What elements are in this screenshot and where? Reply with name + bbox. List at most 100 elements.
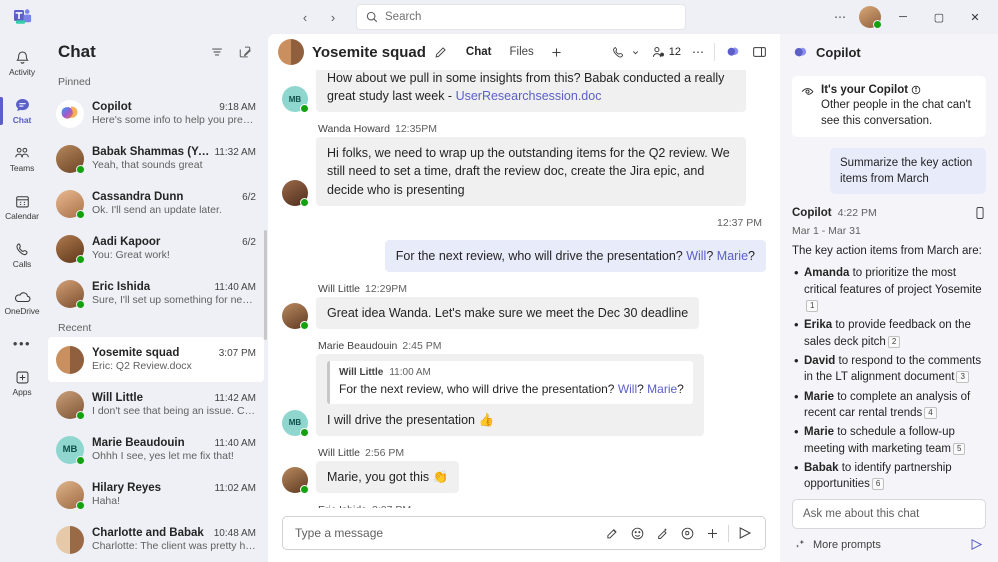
compose-icon[interactable] bbox=[232, 39, 258, 65]
mention-will[interactable]: Will bbox=[618, 382, 637, 396]
avatar bbox=[56, 280, 84, 308]
rail-item-teams[interactable]: Teams bbox=[0, 136, 44, 182]
citation-badge[interactable]: 2 bbox=[888, 336, 900, 348]
list-item[interactable]: Aadi Kapoor 6/2 You: Great work! bbox=[48, 226, 264, 271]
add-tab-button[interactable] bbox=[545, 40, 569, 64]
bell-icon bbox=[14, 49, 31, 66]
copilot-input[interactable]: Ask me about this chat bbox=[792, 499, 986, 529]
list-item: Amanda to prioritize the most critical f… bbox=[792, 265, 986, 314]
maximize-button[interactable]: ▢ bbox=[922, 3, 956, 31]
send-icon[interactable] bbox=[969, 537, 984, 552]
copilot-notice-body: Other people in the chat can't see this … bbox=[821, 97, 977, 129]
list-item[interactable]: Babak Shammas (You) 11:32 AM Yeah, that … bbox=[48, 136, 264, 181]
list-item[interactable]: MB Marie Beaudouin 11:40 AM Ohhh I see, … bbox=[48, 427, 264, 472]
citation-badge[interactable]: 3 bbox=[956, 371, 968, 383]
rail-item-onedrive[interactable]: OneDrive bbox=[0, 280, 44, 326]
copy-icon[interactable] bbox=[974, 206, 986, 220]
search-input[interactable]: Search bbox=[356, 4, 686, 30]
quoted-message[interactable]: Will Little11:00 AM For the next review,… bbox=[327, 361, 693, 404]
conversation-header: Yosemite squad Chat Files bbox=[268, 34, 780, 70]
pencil-icon[interactable] bbox=[434, 46, 447, 59]
chat-list-header: Chat bbox=[44, 34, 268, 70]
mention-will[interactable]: Will bbox=[686, 249, 706, 263]
list-item[interactable]: Eric Ishida 11:40 AM Sure, I'll set up s… bbox=[48, 271, 264, 316]
citation-badge[interactable]: 4 bbox=[924, 407, 936, 419]
rail-more-button[interactable]: ••• bbox=[13, 328, 31, 358]
rail-label: Activity bbox=[9, 67, 35, 77]
copilot-reply-intro: The key action items from March are: bbox=[792, 243, 986, 259]
cloud-icon bbox=[13, 290, 32, 305]
rail-item-activity[interactable]: Activity bbox=[0, 40, 44, 86]
format-icon[interactable] bbox=[600, 521, 625, 546]
message-time: 12:35PM bbox=[395, 123, 437, 135]
info-icon[interactable] bbox=[911, 85, 921, 95]
message-compose-box[interactable]: Type a message bbox=[282, 516, 766, 550]
emoji-icon[interactable] bbox=[625, 521, 650, 546]
citation-badge[interactable]: 1 bbox=[806, 300, 818, 312]
title-bar: ‹ › Search ⋯ ─ ▢ ✕ bbox=[0, 0, 998, 34]
back-button[interactable]: ‹ bbox=[292, 5, 318, 29]
app-rail: Activity Chat bbox=[0, 34, 44, 562]
message-list[interactable]: MB How about we pull in some insights fr… bbox=[268, 70, 780, 508]
list-item-name: Eric Ishida bbox=[92, 281, 210, 293]
titlebar-more-button[interactable]: ⋯ bbox=[826, 4, 854, 30]
list-item-time: 9:18 AM bbox=[219, 102, 256, 113]
eye-icon bbox=[801, 86, 814, 129]
titlebar-right-controls: ⋯ ─ ▢ ✕ bbox=[826, 3, 992, 31]
tab-files[interactable]: Files bbox=[502, 42, 540, 62]
rail-item-calls[interactable]: Calls bbox=[0, 232, 44, 278]
avatar bbox=[282, 303, 308, 329]
list-item-name: Cassandra Dunn bbox=[92, 191, 238, 203]
list-item-yosemite-squad[interactable]: Yosemite squad 3:07 PM Eric: Q2 Review.d… bbox=[48, 337, 264, 382]
chat-list-scrollbar[interactable] bbox=[264, 230, 267, 340]
file-link[interactable]: UserResearchsession.doc bbox=[456, 89, 602, 103]
account-avatar[interactable] bbox=[856, 4, 884, 30]
rail-item-apps[interactable]: Apps bbox=[0, 360, 44, 406]
copilot-icon[interactable] bbox=[720, 39, 746, 65]
conversation-more-button[interactable]: ⋯ bbox=[687, 39, 709, 65]
rewrite-icon[interactable] bbox=[650, 521, 675, 546]
conversation-tabs: Chat Files bbox=[459, 40, 569, 64]
list-item-name: Yosemite squad bbox=[92, 347, 215, 359]
list-item[interactable]: Cassandra Dunn 6/2 Ok. I'll send an upda… bbox=[48, 181, 264, 226]
more-prompts-label[interactable]: More prompts bbox=[813, 539, 881, 551]
list-item[interactable]: Copilot 9:18 AM Here's some info to help… bbox=[48, 91, 264, 136]
avatar bbox=[56, 526, 84, 554]
list-item-preview: You: Great work! bbox=[92, 249, 256, 261]
send-icon[interactable] bbox=[732, 521, 757, 546]
list-item[interactable]: Charlotte and Babak 10:48 AM Charlotte: … bbox=[48, 517, 264, 562]
rail-item-calendar[interactable]: Calendar bbox=[0, 184, 44, 230]
list-item[interactable]: Hilary Reyes 11:02 AM Haha! bbox=[48, 472, 264, 517]
citation-badge[interactable]: 6 bbox=[872, 478, 884, 490]
tab-chat[interactable]: Chat bbox=[459, 42, 499, 62]
minimize-button[interactable]: ─ bbox=[886, 3, 920, 31]
list-item[interactable]: Will Little 11:42 AM I don't see that be… bbox=[48, 382, 264, 427]
loop-icon[interactable] bbox=[675, 521, 700, 546]
close-button[interactable]: ✕ bbox=[958, 3, 992, 31]
mention-marie[interactable]: Marie bbox=[647, 382, 677, 396]
citation-badge[interactable]: 5 bbox=[953, 443, 965, 455]
list-item-preview: Ok. I'll send an update later. bbox=[92, 204, 256, 216]
sparkle-icon bbox=[794, 538, 807, 551]
filter-icon[interactable] bbox=[204, 39, 230, 65]
forward-button[interactable]: › bbox=[320, 5, 346, 29]
message: Will Little12:29PM Great idea Wanda. Let… bbox=[282, 283, 766, 329]
people-button[interactable]: 12 bbox=[646, 39, 686, 65]
teams-logo-icon bbox=[8, 7, 38, 27]
attach-plus-icon[interactable] bbox=[700, 521, 725, 546]
conversation-actions: 12 ⋯ bbox=[606, 39, 772, 65]
side-panel-icon[interactable] bbox=[747, 39, 772, 65]
rail-item-chat[interactable]: Chat bbox=[0, 88, 44, 134]
message: Will Little2:56 PM Marie, you got this 👏 bbox=[282, 447, 766, 493]
message-text: For the next review, who will drive the … bbox=[396, 249, 686, 263]
copilot-reply-time: 4:22 PM bbox=[838, 207, 877, 219]
message-time: 12:37 PM bbox=[717, 217, 762, 229]
call-button[interactable] bbox=[606, 39, 645, 65]
copilot-scroll[interactable]: It's your Copilot Other people in the ch… bbox=[780, 70, 998, 493]
presence-indicator bbox=[76, 210, 85, 219]
chat-list-scroll[interactable]: Pinned bbox=[44, 70, 268, 562]
copilot-user-prompt: Summarize the key action items from Marc… bbox=[830, 148, 986, 194]
list-item-time: 11:40 AM bbox=[214, 438, 256, 449]
mention-marie[interactable]: Marie bbox=[717, 249, 748, 263]
rail-label: Calendar bbox=[5, 211, 39, 221]
